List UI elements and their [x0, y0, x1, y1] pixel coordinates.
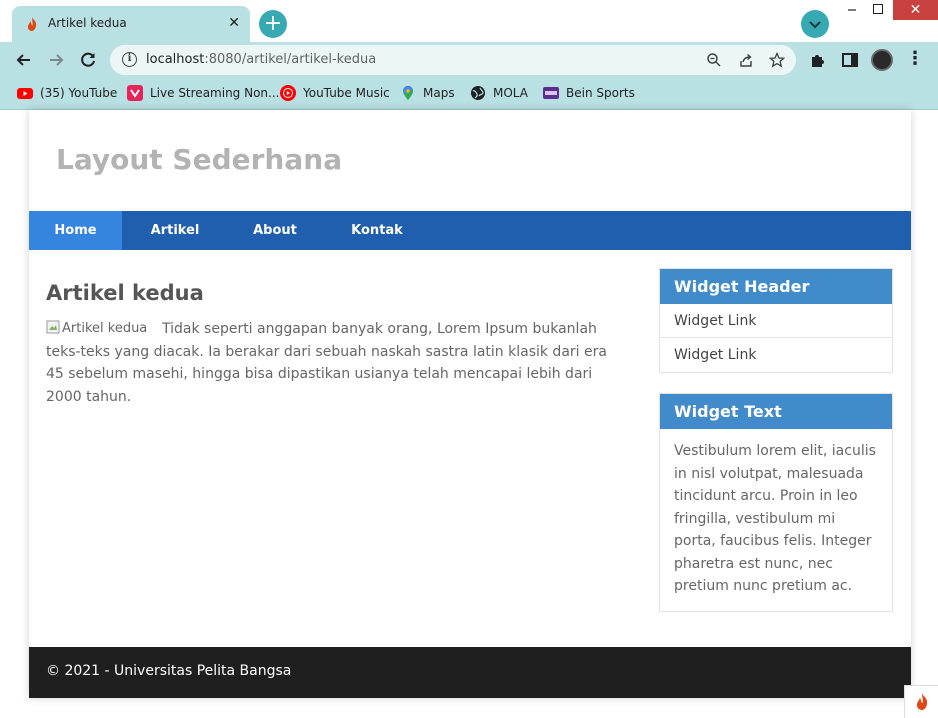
widget-link[interactable]: Widget Link — [660, 304, 892, 338]
window-maximize-button[interactable] — [873, 4, 883, 14]
bein-icon — [543, 87, 559, 99]
bookmark-label: (35) YouTube — [40, 86, 118, 100]
broken-image-icon — [46, 320, 60, 334]
address-bar[interactable]: i localhost:8080/artikel/artikel-kedua — [110, 45, 796, 75]
article-title: Artikel kedua — [46, 281, 204, 305]
reload-icon — [81, 52, 95, 67]
main-nav: Home Artikel About Kontak — [29, 211, 911, 250]
site-title: Layout Sederhana — [56, 143, 343, 176]
tab-search-button[interactable] — [801, 10, 829, 38]
codeigniter-flame-icon — [916, 693, 928, 710]
bookmark-label: Maps — [423, 86, 455, 100]
zoom-icon[interactable] — [706, 52, 722, 68]
site-footer: © 2021 - Universitas Pelita Bangsa — [29, 647, 911, 698]
reload-button[interactable] — [78, 50, 98, 70]
window-close-button[interactable]: ✕ — [893, 0, 938, 20]
nav-home[interactable]: Home — [29, 211, 122, 250]
article-content: Artikel kedua Artikel kedua Tidak seperti… — [46, 280, 624, 408]
youtube-icon — [17, 88, 33, 99]
widget-text-header: Widget Text — [660, 394, 892, 429]
page-container: Layout Sederhana Home Artikel About Kont… — [29, 110, 911, 698]
widget-text: Widget Text Vestibulum lorem elit, iacul… — [659, 393, 893, 612]
extensions-puzzle-icon[interactable] — [809, 51, 827, 69]
youtube-music-icon — [280, 85, 296, 101]
browser-menu-button[interactable]: ⋮ — [906, 48, 924, 70]
article-image: Artikel kedua — [46, 318, 150, 336]
tab-close-button[interactable]: ✕ — [228, 14, 240, 32]
browser-tab-active[interactable]: Artikel kedua ✕ — [12, 6, 250, 42]
site-info-icon[interactable]: i — [122, 52, 137, 67]
profile-avatar[interactable] — [871, 49, 893, 71]
globe-icon — [471, 86, 485, 100]
widget-link[interactable]: Widget Link — [660, 338, 892, 372]
url-text: localhost:8080/artikel/artikel-kedua — [146, 52, 376, 67]
nav-kontak[interactable]: Kontak — [322, 211, 432, 250]
url-path: :8080/artikel/artikel-kedua — [204, 52, 377, 67]
arrow-right-icon — [50, 54, 64, 66]
nav-about[interactable]: About — [228, 211, 322, 250]
sidebar: Widget Header Widget Link Widget Link Wi… — [659, 268, 893, 632]
browser-tab-strip: Artikel kedua ✕ + ✕ — [0, 0, 938, 42]
tab-title: Artikel kedua — [48, 16, 127, 30]
codeigniter-favicon-icon — [27, 17, 37, 31]
bookmark-label: Live Streaming Non... — [150, 86, 280, 100]
widget-text-body: Vestibulum lorem elit, iaculis in nisl v… — [674, 443, 876, 594]
article-body: Artikel kedua Tidak seperti anggapan bany… — [46, 318, 624, 408]
bookmark-star-icon[interactable] — [769, 52, 785, 68]
maps-icon — [403, 86, 413, 100]
article-image-alt: Artikel kedua — [62, 321, 148, 336]
back-button[interactable] — [14, 50, 34, 70]
minimize-icon — [848, 9, 856, 11]
new-tab-button[interactable]: + — [259, 10, 287, 38]
bookmarks-bar: (35) YouTube Live Streaming Non... YouTu… — [0, 78, 938, 110]
url-host: localhost — [146, 52, 205, 67]
nav-artikel[interactable]: Artikel — [122, 211, 228, 250]
share-icon[interactable] — [738, 52, 754, 68]
bookmark-label: YouTube Music — [303, 86, 390, 100]
site-header: Layout Sederhana — [29, 110, 911, 211]
arrow-left-icon — [16, 54, 30, 66]
chevron-down-icon — [809, 21, 821, 29]
bookmark-label: MOLA — [493, 86, 528, 100]
forward-button[interactable] — [46, 50, 66, 70]
page-viewport: Layout Sederhana Home Artikel About Kont… — [0, 110, 938, 718]
widget-links: Widget Header Widget Link Widget Link — [659, 268, 893, 373]
footer-copyright: © 2021 - Universitas Pelita Bangsa — [46, 663, 292, 679]
side-panel-icon[interactable] — [841, 51, 859, 69]
bookmark-label: Bein Sports — [566, 86, 635, 100]
debug-toolbar-toggle[interactable] — [904, 685, 938, 718]
vidio-icon — [127, 85, 143, 101]
browser-toolbar: i localhost:8080/artikel/artikel-kedua ⋮ — [0, 42, 938, 78]
widget-header: Widget Header — [660, 269, 892, 304]
window-minimize-button[interactable] — [845, 0, 861, 20]
